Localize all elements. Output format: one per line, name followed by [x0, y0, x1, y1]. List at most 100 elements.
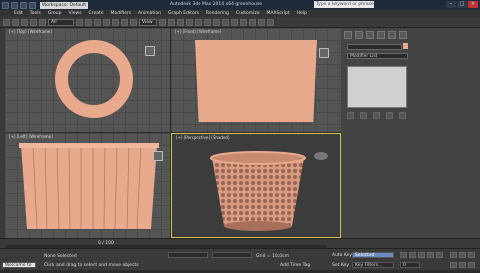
- modifier-stack[interactable]: [347, 66, 407, 108]
- create-tab-icon[interactable]: [344, 31, 352, 39]
- mirror-icon[interactable]: [195, 18, 202, 26]
- selection-filter-dropdown[interactable]: All: [48, 18, 74, 26]
- select-icon[interactable]: [76, 18, 83, 26]
- zoom-icon[interactable]: [450, 252, 457, 258]
- go-to-start-icon[interactable]: [400, 252, 407, 258]
- menu-edit[interactable]: Edit: [14, 11, 23, 16]
- align-icon[interactable]: [204, 18, 211, 26]
- menu-group[interactable]: Group: [48, 11, 62, 16]
- percent-snap-icon[interactable]: [186, 18, 193, 26]
- scale-icon[interactable]: [130, 18, 137, 26]
- menu-create[interactable]: Create: [89, 11, 104, 16]
- show-end-result-icon[interactable]: [360, 112, 367, 119]
- next-frame-icon[interactable]: [427, 252, 434, 258]
- display-tab-icon[interactable]: [388, 31, 396, 39]
- motion-tab-icon[interactable]: [377, 31, 385, 39]
- select-by-name-icon[interactable]: [85, 18, 92, 26]
- move-icon[interactable]: [112, 18, 119, 26]
- link-icon[interactable]: [21, 18, 28, 26]
- app-icon[interactable]: [2, 1, 9, 9]
- utilities-tab-icon[interactable]: [399, 31, 407, 39]
- auto-key-label: Auto Key: [332, 253, 353, 258]
- previous-frame-icon[interactable]: [409, 252, 416, 258]
- menu-modifiers[interactable]: Modifiers: [111, 11, 132, 16]
- snap-icon[interactable]: [168, 18, 175, 26]
- selected-dropdown[interactable]: Selected: [352, 252, 394, 258]
- window-crossing-icon[interactable]: [103, 18, 110, 26]
- remove-modifier-icon[interactable]: [386, 112, 393, 119]
- basket-perspective-shape[interactable]: [208, 150, 308, 236]
- add-time-tag[interactable]: Add Time Tag: [280, 263, 310, 268]
- unlink-icon[interactable]: [30, 18, 37, 26]
- go-to-end-icon[interactable]: [436, 252, 443, 258]
- reference-coord-dropdown[interactable]: View: [139, 18, 157, 26]
- viewcube-icon[interactable]: [153, 151, 163, 161]
- zoom-extents-icon[interactable]: [468, 252, 475, 258]
- new-icon[interactable]: [11, 1, 18, 9]
- field-of-view-icon[interactable]: [450, 262, 457, 268]
- basket-top-ring[interactable]: [55, 40, 133, 118]
- menu-views[interactable]: Views: [69, 11, 82, 16]
- menu-customize[interactable]: Customize: [236, 11, 260, 16]
- render-frame-icon[interactable]: [258, 18, 265, 26]
- menu-help[interactable]: Help: [297, 11, 307, 16]
- bind-icon[interactable]: [39, 18, 46, 26]
- viewport-top[interactable]: [+] [Top] [Wireframe]: [5, 28, 170, 132]
- curve-editor-icon[interactable]: [222, 18, 229, 26]
- viewport-perspective[interactable]: [+] [Perspective] [Shaded]: [171, 133, 341, 238]
- rect-select-icon[interactable]: [94, 18, 101, 26]
- layer-icon[interactable]: [213, 18, 220, 26]
- menu-graph-editors[interactable]: Graph Editors: [168, 11, 199, 16]
- viewcube-icon[interactable]: [319, 48, 329, 58]
- x-coord-field[interactable]: [168, 252, 208, 258]
- orbit-icon[interactable]: [468, 262, 475, 268]
- zoom-all-icon[interactable]: [459, 252, 466, 258]
- redo-icon[interactable]: [12, 18, 19, 26]
- maximize-icon[interactable]: □: [457, 1, 467, 8]
- basket-left-shape[interactable]: [19, 141, 159, 231]
- viewport-label[interactable]: [+] [Front] [Wireframe]: [175, 29, 221, 34]
- material-editor-icon[interactable]: [240, 18, 247, 26]
- viewport-front[interactable]: [+] [Front] [Wireframe]: [171, 28, 341, 132]
- viewport-left[interactable]: [+] [Left] [Wireframe]: [5, 133, 170, 238]
- menu-animation[interactable]: Animation: [138, 11, 161, 16]
- timeline[interactable]: 0 / 100: [0, 238, 480, 248]
- open-icon[interactable]: [20, 1, 27, 9]
- modifier-list-dropdown[interactable]: Modifier List: [347, 53, 408, 59]
- pin-stack-icon[interactable]: [347, 112, 354, 119]
- viewport-label[interactable]: [+] [Top] [Wireframe]: [9, 29, 52, 34]
- angle-snap-icon[interactable]: [177, 18, 184, 26]
- render-setup-icon[interactable]: [249, 18, 256, 26]
- key-filters-button[interactable]: Key Filters...: [352, 262, 394, 268]
- undo-icon[interactable]: [3, 18, 10, 26]
- object-name-field[interactable]: [347, 44, 402, 50]
- hierarchy-tab-icon[interactable]: [366, 31, 374, 39]
- pan-icon[interactable]: [459, 262, 466, 268]
- basket-front-shape[interactable]: [195, 40, 317, 122]
- pivot-icon[interactable]: [159, 18, 166, 26]
- menu-tools[interactable]: Tools: [30, 11, 41, 16]
- make-unique-icon[interactable]: [373, 112, 380, 119]
- viewcube-icon[interactable]: [145, 46, 155, 56]
- viewport-label[interactable]: [+] [Left] [Wireframe]: [9, 134, 53, 139]
- play-icon[interactable]: [418, 252, 425, 258]
- search-input[interactable]: Type a keyword or phrase: [314, 1, 374, 8]
- current-frame-field[interactable]: 0: [400, 262, 420, 268]
- configure-sets-icon[interactable]: [399, 112, 406, 119]
- y-coord-field[interactable]: [212, 252, 252, 258]
- close-icon[interactable]: ×: [468, 1, 478, 8]
- modify-tab-icon[interactable]: [355, 31, 363, 39]
- save-icon[interactable]: [29, 1, 36, 9]
- minimize-icon[interactable]: –: [446, 1, 456, 8]
- workspace-dropdown[interactable]: Workspace: Default: [40, 1, 88, 9]
- object-color-swatch[interactable]: [403, 43, 408, 49]
- schematic-icon[interactable]: [231, 18, 238, 26]
- set-key-label[interactable]: Set Key: [332, 263, 349, 268]
- menu-rendering[interactable]: Rendering: [206, 11, 229, 16]
- menu-maxscript[interactable]: MAXScript: [267, 11, 290, 16]
- render-icon[interactable]: [267, 18, 274, 26]
- viewport-label[interactable]: [+] [Perspective] [Shaded]: [176, 135, 230, 140]
- maxscript-listener[interactable]: Welcome to M: [2, 262, 36, 273]
- viewcube-icon[interactable]: [314, 152, 328, 160]
- rotate-icon[interactable]: [121, 18, 128, 26]
